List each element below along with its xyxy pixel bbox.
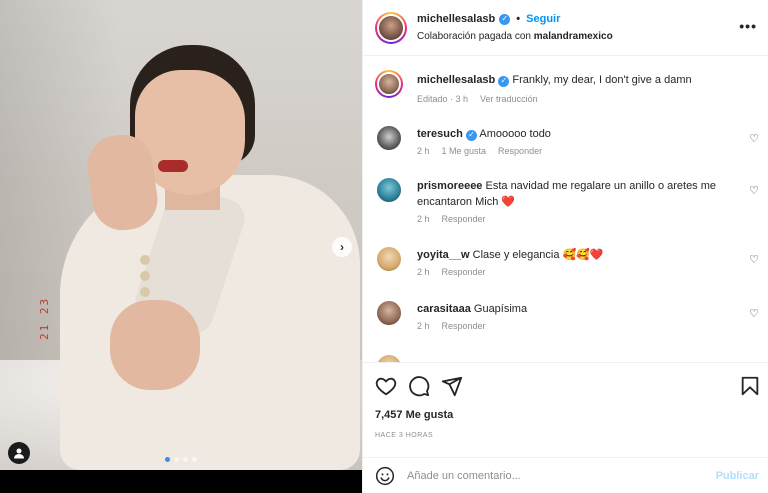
caption-text-block: michellesalasb ✓ Frankly, my dear, I don… (417, 72, 737, 88)
comment-text-block: yoyita__w Clase y elegancia 🥰🥰❤️ (417, 247, 737, 263)
photo-lips (158, 160, 188, 172)
comment-text: Guapísima (473, 303, 528, 315)
comment-likes[interactable]: 1 Me gusta (442, 146, 487, 156)
partner-username[interactable]: malandramexico (534, 31, 613, 42)
comment-time: 2 h (417, 267, 430, 277)
comment-bubble-icon[interactable] (408, 375, 430, 397)
post-actions: 7,457 Me gusta HACE 3 HORAS (363, 362, 768, 462)
carousel-next-button[interactable]: › (332, 237, 352, 257)
post-header: michellesalasb ✓ • Seguir Colaboración p… (363, 0, 768, 56)
share-paper-plane-icon[interactable] (441, 375, 463, 397)
caption-avatar[interactable] (375, 70, 403, 98)
comment-username[interactable]: yoyita__w (417, 249, 470, 261)
carousel-indicator (165, 457, 197, 462)
post-media[interactable]: 21 23 › (0, 0, 362, 493)
comment-text: Amooooo todo (479, 128, 551, 140)
comment-time: 2 h (417, 214, 430, 224)
photo-coat-buttons (140, 255, 154, 297)
reply-button[interactable]: Responder (442, 267, 486, 277)
tagged-users-button[interactable] (8, 442, 30, 464)
post-time-ago[interactable]: HACE 3 HORAS (375, 432, 433, 439)
comment-time: 2 h (417, 321, 430, 331)
likes-count[interactable]: 7,457 Me gusta (375, 409, 453, 421)
verified-badge-icon: ✓ (465, 129, 477, 141)
comment-text: Clase y elegancia 🥰🥰❤️ (472, 249, 604, 261)
author-username[interactable]: michellesalasb (417, 13, 495, 25)
reply-button[interactable]: Responder (498, 146, 542, 156)
comment-avatar[interactable] (375, 176, 403, 204)
comment-meta: 2 h Responder (417, 267, 486, 277)
comment-meta: 2 h Responder (417, 321, 486, 331)
comment-avatar[interactable] (375, 245, 403, 273)
comment-text-block: prismoreeee Esta navidad me regalare un … (417, 178, 737, 210)
paid-partnership-line: Colaboración pagada con malandramexico (417, 31, 613, 42)
header-separator: • (516, 13, 521, 25)
caption-text: Frankly, my dear, I don't give a damn (512, 74, 692, 86)
comment-input[interactable] (407, 466, 707, 486)
emoji-icon[interactable] (375, 466, 395, 486)
follow-button[interactable]: Seguir (526, 13, 560, 25)
carousel-dot (192, 457, 197, 462)
verified-badge-icon: ✓ (498, 75, 510, 87)
publish-button[interactable]: Publicar (716, 470, 759, 482)
carousel-dot (174, 457, 179, 462)
chevron-right-icon: › (340, 240, 344, 254)
caption-username[interactable]: michellesalasb (417, 74, 495, 86)
comment-username[interactable]: teresuch (417, 128, 463, 140)
reply-button[interactable]: Responder (442, 321, 486, 331)
photo-handwriting: 21 23 (38, 296, 51, 340)
post-photo: 21 23 (0, 0, 362, 470)
more-options-button[interactable]: ••• (739, 18, 757, 34)
comment-time: 2 h (417, 146, 430, 156)
carousel-dot (183, 457, 188, 462)
paid-partnership-prefix: Colaboración pagada con (417, 31, 531, 42)
add-comment-bar: Publicar (363, 457, 768, 493)
author-line: michellesalasb ✓ • Seguir (417, 13, 560, 25)
comment-avatar[interactable] (375, 124, 403, 152)
save-bookmark-icon[interactable] (739, 375, 761, 397)
caption-meta: Editado · 3 h Ver traducción (417, 94, 538, 104)
comment-meta: 2 h 1 Me gusta Responder (417, 146, 542, 156)
comment-text-block: teresuch ✓ Amooooo todo (417, 126, 737, 142)
comment-avatar[interactable] (375, 299, 403, 327)
comment-text-block: carasitaaa Guapísima (417, 301, 737, 317)
post-details-panel: michellesalasb ✓ • Seguir Colaboración p… (362, 0, 768, 493)
photo-hand-lower (110, 300, 200, 390)
like-comment-heart-icon[interactable]: ♡ (749, 307, 759, 320)
carousel-dot (165, 457, 170, 462)
comment-username[interactable]: carasitaaa (417, 303, 471, 315)
user-icon (14, 448, 24, 459)
comments-list[interactable]: michellesalasb ✓ Frankly, my dear, I don… (363, 56, 768, 362)
verified-badge-icon: ✓ (499, 13, 511, 25)
like-comment-heart-icon[interactable]: ♡ (749, 253, 759, 266)
caption-edited: Editado · 3 h (417, 94, 469, 104)
like-comment-heart-icon[interactable]: ♡ (749, 132, 759, 145)
reply-button[interactable]: Responder (442, 214, 486, 224)
like-comment-heart-icon[interactable]: ♡ (749, 184, 759, 197)
comment-meta: 2 h Responder (417, 214, 486, 224)
comment-avatar[interactable] (375, 353, 403, 362)
comment-username[interactable]: prismoreeee (417, 180, 482, 192)
see-translation-link[interactable]: Ver traducción (480, 94, 538, 104)
author-avatar[interactable] (375, 12, 407, 44)
like-heart-icon[interactable] (375, 375, 397, 397)
